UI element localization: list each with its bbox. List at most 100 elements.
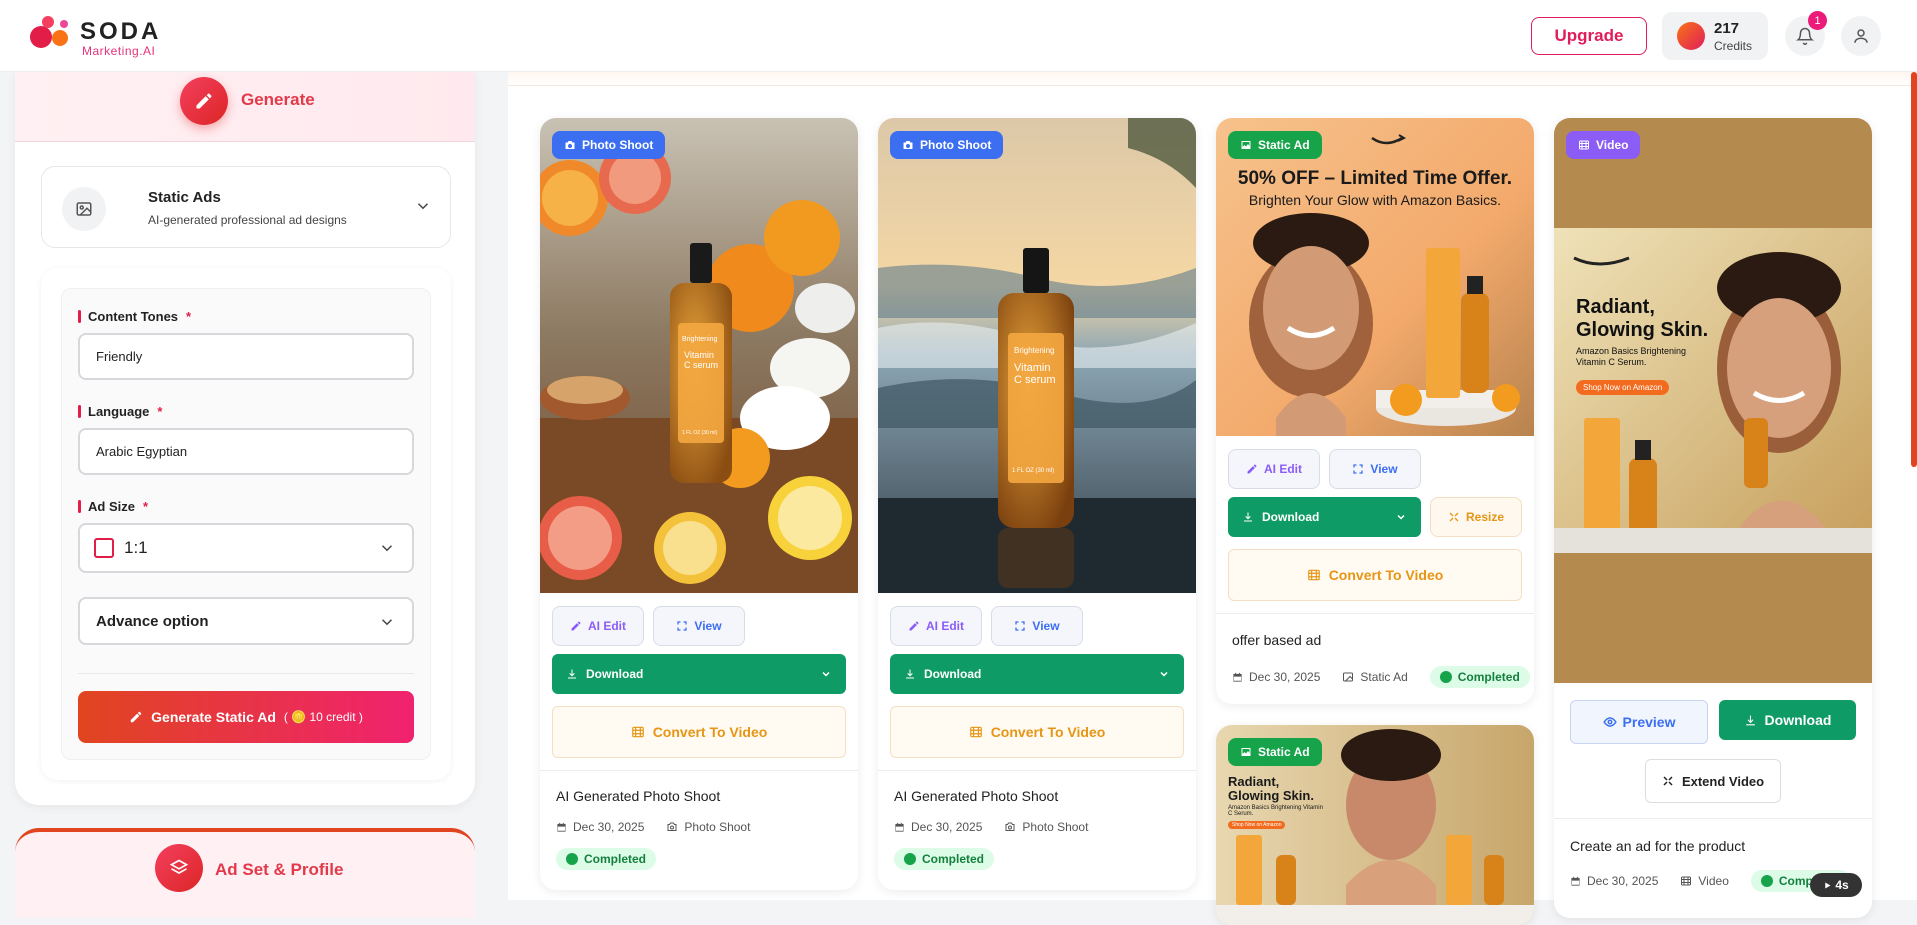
pencil-icon: [909, 621, 919, 631]
generate-static-ad-button[interactable]: Generate Static Ad ( 🪙 10 credit ): [78, 691, 414, 743]
generate-button-credit: ( 🪙 10 credit ): [283, 710, 363, 724]
generate-label: Generate: [241, 90, 315, 109]
download-icon: [1244, 512, 1252, 522]
chevron-down-icon: [381, 545, 393, 552]
camera-icon: [903, 141, 913, 149]
content-tones-label: Content Tones *: [78, 309, 191, 324]
download-icon: [906, 669, 914, 679]
result-card: Radiant, Glowing Skin. Amazon Basics Bri…: [1554, 118, 1872, 918]
status-badge: Completed: [556, 848, 657, 870]
status-badge: Completed: [894, 848, 995, 870]
adset-profile-label: Ad Set & Profile: [215, 860, 344, 879]
view-button[interactable]: View: [653, 606, 745, 646]
convert-to-video-button[interactable]: Convert To Video: [1228, 549, 1522, 601]
ad-size-label: Ad Size *: [78, 499, 148, 514]
generate-header[interactable]: Generate: [15, 72, 475, 142]
divider: [1554, 818, 1872, 819]
eye-icon: [1602, 717, 1617, 727]
result-card: Radiant, Glowing Skin. Amazon Basics Bri…: [1216, 725, 1534, 925]
advance-option-toggle[interactable]: Advance option: [78, 597, 414, 645]
coins-icon: [1677, 22, 1705, 50]
image-icon: [62, 187, 106, 231]
camera-icon: [565, 141, 575, 149]
ad-subheadline: Brighten Your Glow with Amazon Basics.: [1248, 192, 1502, 208]
ad-subheadline: Amazon Basics Brightening Vitamin C Seru…: [1228, 805, 1323, 817]
logo-dot: [52, 30, 68, 46]
notification-badge: 1: [1808, 11, 1827, 30]
ad-type-subtitle: AI-generated professional ad designs: [148, 213, 347, 227]
convert-to-video-button[interactable]: Convert To Video: [552, 706, 846, 758]
adset-profile-panel[interactable]: Ad Set & Profile: [15, 828, 475, 918]
expand-icon: [677, 621, 688, 631]
ai-edit-button[interactable]: AI Edit: [1228, 449, 1320, 489]
result-card: 50% OFF – Limited Time Offer. Brighten Y…: [1216, 118, 1534, 704]
logo[interactable]: SODA Marketing.AI: [30, 14, 160, 58]
user-icon: [1854, 29, 1868, 43]
divider: [78, 673, 414, 674]
top-bar: SODA Marketing.AI Upgrade 217 Credits 1: [0, 0, 1917, 72]
view-button[interactable]: View: [1329, 449, 1421, 489]
ai-edit-button[interactable]: AI Edit: [890, 606, 982, 646]
card-title: AI Generated Photo Shoot: [894, 788, 1059, 804]
film-icon: [1307, 569, 1320, 581]
content-tones-input[interactable]: Friendly: [78, 333, 414, 380]
download-icon: [1745, 715, 1755, 725]
image-icon: [1343, 672, 1354, 682]
ad-cta: Shop Now on Amazon: [1576, 380, 1670, 395]
video-tag: Video: [1566, 131, 1641, 159]
language-input[interactable]: Arabic Egyptian: [78, 428, 414, 475]
check-icon: [566, 853, 578, 865]
credits-widget[interactable]: 217 Credits: [1662, 12, 1768, 60]
ad-type-title: Static Ads: [148, 189, 221, 206]
logo-subtitle: Marketing.AI: [82, 44, 156, 58]
credits-value: 217: [1714, 20, 1740, 37]
language-label: Language *: [78, 404, 162, 419]
ai-edit-button[interactable]: AI Edit: [552, 606, 644, 646]
credits-label: Credits: [1714, 39, 1753, 53]
ad-headline: Radiant, Glowing Skin.: [1228, 774, 1314, 803]
generate-panel: Generate Static Ads AI-generated profess…: [15, 72, 475, 805]
logo-dot: [60, 20, 68, 28]
ad-size-select[interactable]: 1:1: [78, 523, 414, 573]
view-button[interactable]: View: [991, 606, 1083, 646]
expand-icon: [1353, 464, 1364, 474]
download-button[interactable]: Download: [1719, 700, 1856, 740]
video-thumbnail[interactable]: [1554, 118, 1872, 683]
logo-dot: [30, 26, 52, 48]
form-card: Content Tones * Friendly Language * Arabic…: [41, 268, 451, 780]
chevron-down-icon: [1397, 514, 1405, 520]
card-meta: Dec 30, 2025 Photo Shoot: [556, 820, 750, 834]
result-card: Brightening Vitamin C serum 1 FL OZ (30 …: [540, 118, 858, 890]
film-icon: [1579, 140, 1589, 150]
layers-icon: [155, 844, 203, 892]
photo-shoot-tag: Photo Shoot: [890, 131, 1004, 159]
result-card: Brightening Vitamin C serum 1 FL OZ (30 …: [878, 118, 1196, 890]
download-button[interactable]: Download: [1228, 497, 1421, 537]
product-size: 1 FL OZ (30 ml): [682, 430, 718, 436]
product-name: Vitamin C serum: [684, 350, 719, 370]
check-icon: [1439, 671, 1452, 683]
static-ad-image[interactable]: [1216, 118, 1534, 436]
status-badge: Completed: [1429, 666, 1530, 688]
divider: [878, 770, 1196, 771]
preview-button[interactable]: Preview: [1570, 700, 1708, 744]
camera-icon: [1005, 822, 1015, 831]
scrollbar[interactable]: [1911, 72, 1917, 467]
user-menu-button[interactable]: [1841, 16, 1881, 56]
ad-type-selector[interactable]: Static Ads AI-generated professional ad …: [41, 166, 451, 248]
generate-button-label: Generate Static Ad: [151, 709, 276, 725]
chevron-down-icon: [417, 203, 429, 210]
upgrade-button[interactable]: Upgrade: [1531, 17, 1647, 55]
ad-subheadline: Amazon Basics Brightening Vitamin C Seru…: [1576, 346, 1687, 367]
ad-size-value: 1:1: [124, 538, 148, 557]
photo-shoot-image[interactable]: [878, 118, 1196, 593]
expand-icon: [1015, 621, 1026, 631]
extend-video-button[interactable]: Extend Video: [1645, 759, 1781, 803]
card-title: AI Generated Photo Shoot: [556, 788, 721, 804]
expand-icon: [1663, 776, 1673, 786]
download-button[interactable]: Download: [890, 654, 1184, 694]
resize-button[interactable]: Resize: [1430, 497, 1522, 537]
ad-headline: 50% OFF – Limited Time Offer.: [1237, 168, 1513, 189]
convert-to-video-button[interactable]: Convert To Video: [890, 706, 1184, 758]
download-button[interactable]: Download: [552, 654, 846, 694]
